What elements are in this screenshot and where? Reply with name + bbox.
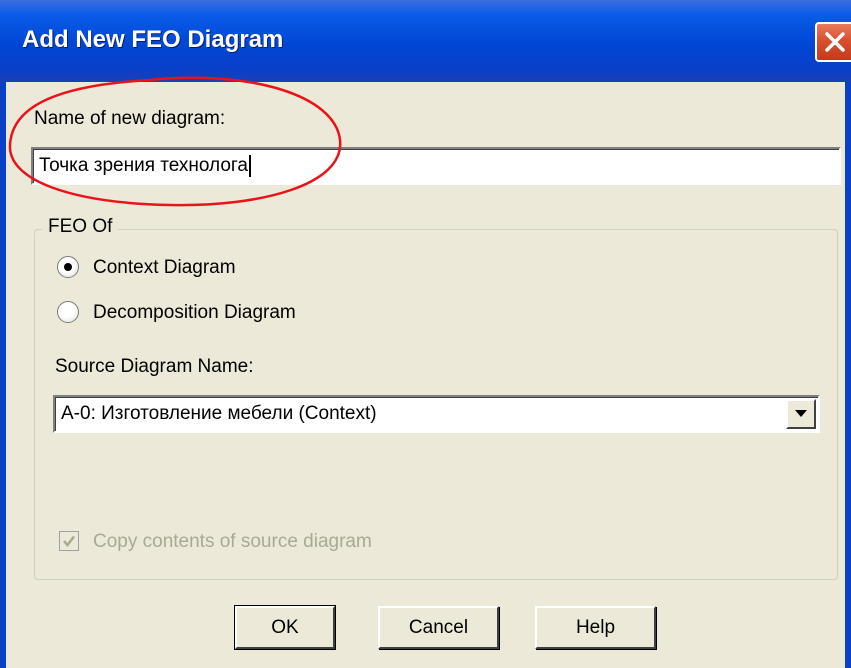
context-diagram-label[interactable]: Context Diagram bbox=[93, 257, 236, 279]
source-diagram-value: A-0: Изготовление мебели (Context) bbox=[61, 403, 377, 424]
dropdown-button[interactable] bbox=[786, 399, 816, 429]
close-icon bbox=[825, 32, 845, 52]
decomposition-diagram-radio[interactable] bbox=[57, 301, 79, 323]
close-button[interactable] bbox=[815, 22, 851, 62]
help-button[interactable]: Help bbox=[535, 606, 656, 649]
source-diagram-select[interactable]: A-0: Изготовление мебели (Context) bbox=[53, 395, 820, 433]
text-caret bbox=[249, 154, 251, 177]
ok-button[interactable]: OK bbox=[234, 605, 336, 650]
window-frame-left bbox=[0, 82, 6, 668]
diagram-name-input[interactable]: Точка зрения технолога bbox=[31, 147, 841, 185]
cancel-button[interactable]: Cancel bbox=[378, 606, 499, 649]
copy-contents-checkbox[interactable] bbox=[59, 531, 79, 551]
dialog-title: Add New FEO Diagram bbox=[22, 26, 284, 53]
title-bar: Add New FEO Diagram bbox=[0, 0, 851, 82]
copy-contents-label: Copy contents of source diagram bbox=[93, 531, 372, 552]
name-label: Name of new diagram: bbox=[34, 108, 226, 129]
source-diagram-label: Source Diagram Name: bbox=[55, 356, 254, 377]
decomposition-diagram-label[interactable]: Decomposition Diagram bbox=[93, 302, 296, 324]
window-frame-right bbox=[845, 82, 851, 668]
radio-selected-dot bbox=[64, 263, 72, 271]
chevron-down-icon bbox=[795, 410, 807, 417]
diagram-name-value: Точка зрения технолога bbox=[39, 155, 248, 176]
feo-of-legend: FEO Of bbox=[42, 216, 119, 238]
context-diagram-radio[interactable] bbox=[57, 256, 79, 278]
checkmark-icon bbox=[63, 535, 75, 547]
